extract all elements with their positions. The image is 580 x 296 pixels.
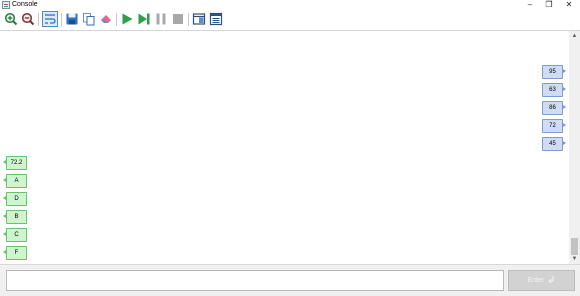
close-button[interactable]: ✕ (560, 0, 578, 10)
scroll-down-arrow-icon[interactable]: ▼ (569, 254, 580, 264)
wrap-text-icon (45, 14, 56, 24)
play-icon (122, 13, 133, 25)
input-message-bubble: 95 (542, 65, 566, 79)
window-title: Console (12, 1, 38, 8)
enter-button-label: Enter (527, 277, 545, 284)
console-app-icon (2, 1, 10, 9)
split-view-button[interactable] (192, 12, 206, 26)
step-button[interactable] (137, 12, 151, 26)
toolbar-separator (116, 13, 117, 26)
enter-arrow-icon: ↲ (547, 275, 556, 286)
input-bar: Enter ↲ (0, 264, 580, 296)
eraser-icon (101, 15, 111, 23)
pause-button[interactable] (154, 12, 168, 26)
title-bar: Console – ❐ ✕ (0, 0, 580, 10)
step-icon (138, 13, 150, 25)
pause-icon (156, 13, 166, 25)
zoom-in-button[interactable] (4, 12, 18, 26)
scroll-up-arrow-icon[interactable]: ▲ (569, 31, 580, 41)
toolbar-separator (38, 13, 39, 26)
minimize-button[interactable]: – (521, 0, 539, 10)
toolbar-separator (188, 13, 189, 26)
toolbar (0, 10, 580, 30)
toolbar-separator (61, 13, 62, 26)
output-message-bubble: 72.2 (3, 156, 27, 170)
split-view-icon (192, 13, 206, 25)
input-message-bubble: 86 (542, 101, 566, 115)
console-output-area[interactable]: 95 63 86 72 45 72.2 A D B C F (0, 30, 569, 264)
enter-button[interactable]: Enter ↲ (508, 270, 575, 291)
run-button[interactable] (120, 12, 134, 26)
save-button[interactable] (65, 12, 79, 26)
input-message-bubble: 72 (542, 119, 566, 133)
zoom-out-button[interactable] (21, 12, 35, 26)
output-message-bubble: D (3, 192, 27, 206)
clear-button[interactable] (99, 12, 113, 26)
console-input-field[interactable] (6, 270, 504, 291)
input-message-bubble: 63 (542, 83, 566, 97)
stop-button[interactable] (171, 12, 185, 26)
zoom-in-icon (4, 12, 18, 26)
zoom-out-icon (21, 12, 35, 26)
wrap-text-button[interactable] (42, 11, 58, 27)
output-message-bubble: F (3, 246, 27, 260)
output-message-bubble: B (3, 210, 27, 224)
vertical-scrollbar[interactable]: ▲ ▼ (569, 30, 580, 264)
input-message-bubble: 45 (542, 137, 566, 151)
save-icon (66, 13, 78, 25)
stop-icon (173, 14, 183, 24)
layout-button[interactable] (209, 12, 223, 26)
copy-icon (83, 13, 95, 26)
output-message-bubble: C (3, 228, 27, 242)
maximize-button[interactable]: ❐ (540, 0, 558, 10)
copy-button[interactable] (82, 12, 96, 26)
layout-icon (209, 12, 223, 26)
output-message-bubble: A (3, 174, 27, 188)
scroll-thumb[interactable] (571, 238, 578, 255)
